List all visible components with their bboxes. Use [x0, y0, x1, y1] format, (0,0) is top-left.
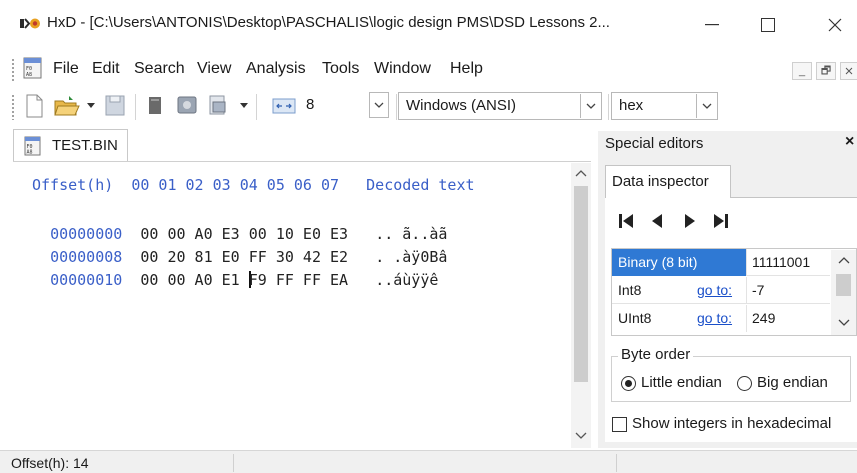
- bytes-per-row-value: 8: [306, 96, 315, 113]
- charset-combo[interactable]: Windows (ANSI): [398, 92, 602, 120]
- hex-header: Offset(h) 00 01 02 03 04 05 06 07 Decode…: [32, 176, 475, 194]
- hxd-app-icon: [20, 18, 40, 29]
- status-bar: Offset(h): 14: [0, 450, 857, 473]
- chevron-down-icon: [586, 103, 595, 109]
- inspector-value[interactable]: -7: [752, 282, 764, 298]
- minimize-button[interactable]: [692, 10, 732, 40]
- new-file-icon[interactable]: [25, 94, 43, 118]
- inspector-row-binary[interactable]: Binary (8 bit) 11111001: [612, 249, 830, 276]
- maximize-button[interactable]: [748, 10, 788, 40]
- little-endian-label[interactable]: Little endian: [641, 374, 722, 391]
- toolbar-separator: [608, 94, 609, 120]
- menu-edit[interactable]: Edit: [92, 60, 120, 78]
- status-divider: [233, 454, 234, 472]
- close-file-icon[interactable]: [147, 94, 163, 116]
- document-hex-icon[interactable]: F0 A8: [23, 57, 43, 79]
- scroll-up-icon[interactable]: [837, 255, 850, 267]
- bytes-per-row-icon: [272, 98, 296, 114]
- little-endian-radio[interactable]: [621, 376, 636, 391]
- toolbar-separator: [135, 94, 136, 120]
- open-ram-icon[interactable]: [208, 94, 228, 116]
- hex-integers-checkbox[interactable]: [612, 417, 627, 432]
- menu-help[interactable]: Help: [450, 60, 483, 78]
- offset-base-dropdown[interactable]: [696, 94, 716, 118]
- tab-test-bin[interactable]: F0 A8 TEST.BIN: [13, 129, 128, 161]
- charset-value: Windows (ANSI): [406, 97, 517, 114]
- special-editors-header: Special editors ×: [598, 131, 857, 157]
- menu-tools[interactable]: Tools: [322, 60, 359, 78]
- minimize-icon: [705, 24, 719, 26]
- maximize-icon: [761, 18, 775, 32]
- open-file-icon[interactable]: [54, 94, 80, 118]
- close-button[interactable]: [815, 10, 855, 40]
- menu-window[interactable]: Window: [374, 60, 431, 78]
- last-byte-icon[interactable]: [712, 212, 730, 230]
- status-offset: Offset(h): 14: [11, 455, 89, 471]
- menu-analysis[interactable]: Analysis: [246, 60, 306, 78]
- bytes-per-row-combo[interactable]: 8: [300, 92, 390, 120]
- big-endian-label[interactable]: Big endian: [757, 374, 828, 391]
- close-icon: [828, 18, 842, 32]
- status-divider: [616, 454, 617, 472]
- go-to-link[interactable]: go to:: [697, 282, 732, 298]
- title-bar: HxD - [C:\Users\ANTONIS\Desktop\PASCHALI…: [0, 0, 857, 48]
- hex-vertical-scrollbar[interactable]: [571, 163, 591, 448]
- menu-view[interactable]: View: [197, 60, 231, 78]
- window-title: HxD - [C:\Users\ANTONIS\Desktop\PASCHALI…: [47, 14, 610, 31]
- scroll-down-icon[interactable]: [837, 318, 850, 330]
- mdi-minimize-button[interactable]: _: [792, 62, 812, 80]
- scroll-down-icon[interactable]: [575, 431, 587, 443]
- tab-data-inspector-label: Data inspector: [612, 173, 709, 190]
- inspector-type-name: Binary (8 bit): [612, 249, 747, 276]
- scroll-up-icon[interactable]: [575, 168, 587, 180]
- hex-integers-label[interactable]: Show integers in hexadecimal: [632, 415, 831, 432]
- big-endian-radio[interactable]: [737, 376, 752, 391]
- hex-editor[interactable]: [13, 161, 591, 448]
- inspector-row-uint8[interactable]: UInt8 go to: 249: [612, 305, 830, 332]
- mdi-close-button[interactable]: [840, 62, 857, 80]
- hex-row[interactable]: 00000010 00 00 A0 E1 F9 FF FF EA ..áùÿÿê: [32, 253, 438, 289]
- ram-dropdown-arrow[interactable]: [240, 103, 248, 108]
- document-hex-icon: F0 A8: [24, 136, 41, 156]
- open-disk-icon[interactable]: [176, 94, 198, 116]
- open-dropdown-arrow[interactable]: [87, 103, 95, 108]
- special-editors-title: Special editors: [605, 135, 704, 152]
- scroll-thumb[interactable]: [574, 186, 588, 382]
- toolbar-separator: [256, 94, 257, 120]
- inspector-scrollbar[interactable]: [831, 250, 856, 335]
- special-editors-close-button[interactable]: ×: [845, 133, 854, 151]
- chevron-down-icon: [702, 103, 711, 109]
- svg-text:A8: A8: [27, 150, 33, 156]
- go-to-link[interactable]: go to:: [697, 310, 732, 326]
- row-bytes-after-caret[interactable]: F9 FF FF EA: [249, 271, 348, 289]
- data-inspector-grid: Binary (8 bit) 11111001 Int8 go to: -7 U…: [611, 248, 857, 336]
- first-byte-icon[interactable]: [617, 212, 635, 230]
- mdi-close-icon: [845, 67, 853, 75]
- row-bytes-before-caret[interactable]: 00 00 A0 E1: [140, 271, 248, 289]
- menu-search[interactable]: Search: [134, 60, 185, 78]
- save-icon[interactable]: [105, 94, 125, 116]
- inspector-value[interactable]: 11111001: [752, 254, 810, 270]
- scroll-thumb[interactable]: [836, 274, 851, 296]
- menu-file[interactable]: File: [53, 60, 79, 78]
- tab-label: TEST.BIN: [52, 137, 118, 154]
- inspector-value[interactable]: 249: [752, 310, 775, 326]
- next-byte-icon[interactable]: [683, 212, 697, 230]
- row-decoded-text[interactable]: ..áùÿÿê: [375, 271, 438, 289]
- menu-grip[interactable]: [11, 58, 15, 82]
- offset-base-combo[interactable]: hex: [611, 92, 718, 120]
- mdi-restore-button[interactable]: 🗗: [816, 62, 836, 80]
- tab-data-inspector[interactable]: Data inspector: [605, 165, 731, 198]
- toolbar-separator: [396, 94, 397, 120]
- toolbar-grip[interactable]: [11, 94, 15, 120]
- svg-text:A8: A8: [26, 72, 32, 78]
- chevron-down-icon: [374, 102, 384, 108]
- inspector-row-int8[interactable]: Int8 go to: -7: [612, 277, 830, 304]
- bytes-per-row-dropdown[interactable]: [369, 92, 389, 118]
- row-offset: 00000010: [50, 271, 123, 289]
- charset-dropdown[interactable]: [580, 94, 600, 118]
- offset-base-value: hex: [619, 97, 644, 114]
- previous-byte-icon[interactable]: [650, 212, 664, 230]
- byte-order-legend: Byte order: [618, 346, 694, 363]
